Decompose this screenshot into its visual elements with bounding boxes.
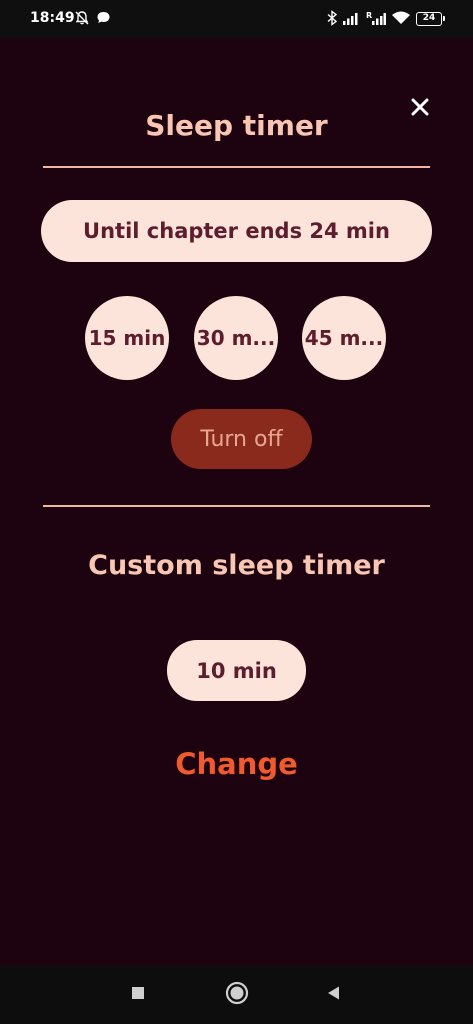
change-button[interactable]: Change xyxy=(0,744,473,784)
preset-15-min-button[interactable]: 15 min xyxy=(85,296,169,380)
navigation-bar xyxy=(0,966,473,1024)
divider-middle xyxy=(43,505,430,507)
preset-45-min-button[interactable]: 45 m... xyxy=(302,296,386,380)
message-icon xyxy=(96,10,111,29)
dialog-title: Sleep timer xyxy=(145,109,328,142)
recents-square-icon xyxy=(130,985,146,1005)
battery-level: 24 xyxy=(422,13,436,23)
recents-button[interactable] xyxy=(108,966,168,1024)
battery-icon: 24 xyxy=(416,12,445,26)
status-bar: 18:49 R 24 xyxy=(0,0,473,38)
signal-icon xyxy=(342,10,360,30)
status-time: 18:49 xyxy=(30,10,75,26)
turn-off-button[interactable]: Turn off xyxy=(171,409,312,469)
bell-off-icon xyxy=(74,10,90,30)
until-chapter-ends-button[interactable]: Until chapter ends 24 min xyxy=(41,200,432,262)
back-triangle-icon xyxy=(326,985,342,1005)
divider-top xyxy=(43,166,430,168)
custom-time-value-button[interactable]: 10 min xyxy=(167,640,306,701)
bluetooth-icon xyxy=(326,10,338,30)
signal-r-icon: R xyxy=(366,10,386,30)
back-button[interactable] xyxy=(304,966,364,1024)
custom-timer-title: Custom sleep timer xyxy=(88,550,385,581)
wifi-icon xyxy=(391,10,411,30)
svg-text:R: R xyxy=(366,11,372,20)
preset-30-min-button[interactable]: 30 m... xyxy=(194,296,278,380)
home-button[interactable] xyxy=(207,966,267,1024)
home-circle-icon xyxy=(225,981,249,1009)
